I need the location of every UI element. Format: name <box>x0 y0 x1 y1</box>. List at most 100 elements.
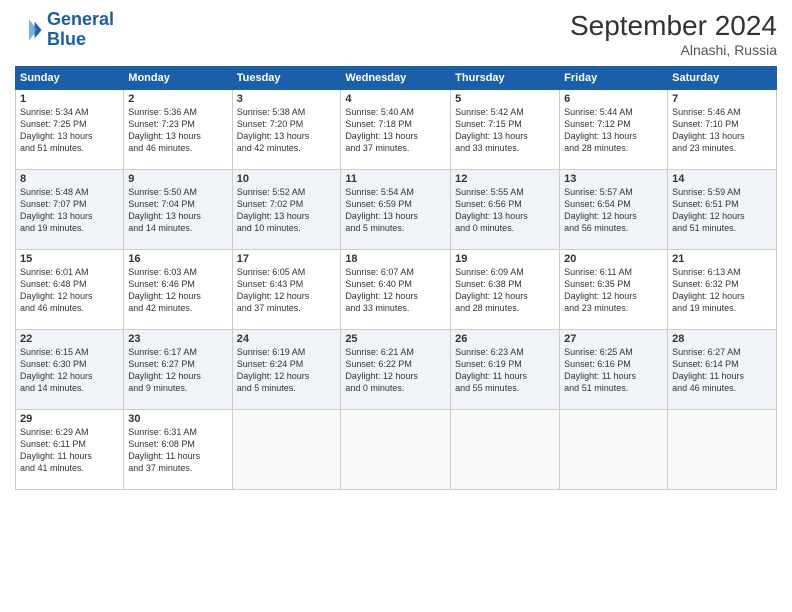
day-info: Sunrise: 5:54 AM Sunset: 6:59 PM Dayligh… <box>345 186 446 235</box>
day-number: 25 <box>345 333 446 345</box>
day-cell: 3Sunrise: 5:38 AM Sunset: 7:20 PM Daylig… <box>232 90 341 170</box>
header: General Blue September 2024 Alnashi, Rus… <box>15 10 777 58</box>
day-number: 10 <box>237 173 337 185</box>
day-cell: 11Sunrise: 5:54 AM Sunset: 6:59 PM Dayli… <box>341 170 451 250</box>
day-info: Sunrise: 6:11 AM Sunset: 6:35 PM Dayligh… <box>564 266 663 315</box>
day-info: Sunrise: 5:44 AM Sunset: 7:12 PM Dayligh… <box>564 106 663 155</box>
day-info: Sunrise: 6:29 AM Sunset: 6:11 PM Dayligh… <box>20 426 119 475</box>
day-info: Sunrise: 6:27 AM Sunset: 6:14 PM Dayligh… <box>672 346 772 395</box>
week-row-4: 22Sunrise: 6:15 AM Sunset: 6:30 PM Dayli… <box>16 330 777 410</box>
day-info: Sunrise: 6:17 AM Sunset: 6:27 PM Dayligh… <box>128 346 227 395</box>
week-row-5: 29Sunrise: 6:29 AM Sunset: 6:11 PM Dayli… <box>16 410 777 490</box>
day-cell <box>232 410 341 490</box>
day-cell: 8Sunrise: 5:48 AM Sunset: 7:07 PM Daylig… <box>16 170 124 250</box>
day-number: 17 <box>237 253 337 265</box>
day-info: Sunrise: 6:07 AM Sunset: 6:40 PM Dayligh… <box>345 266 446 315</box>
day-cell: 28Sunrise: 6:27 AM Sunset: 6:14 PM Dayli… <box>668 330 777 410</box>
day-cell: 29Sunrise: 6:29 AM Sunset: 6:11 PM Dayli… <box>16 410 124 490</box>
weekday-header-friday: Friday <box>560 67 668 90</box>
day-number: 12 <box>455 173 555 185</box>
day-cell <box>341 410 451 490</box>
day-info: Sunrise: 6:21 AM Sunset: 6:22 PM Dayligh… <box>345 346 446 395</box>
day-cell: 12Sunrise: 5:55 AM Sunset: 6:56 PM Dayli… <box>451 170 560 250</box>
day-cell: 23Sunrise: 6:17 AM Sunset: 6:27 PM Dayli… <box>124 330 232 410</box>
day-cell: 5Sunrise: 5:42 AM Sunset: 7:15 PM Daylig… <box>451 90 560 170</box>
day-cell: 24Sunrise: 6:19 AM Sunset: 6:24 PM Dayli… <box>232 330 341 410</box>
day-number: 20 <box>564 253 663 265</box>
weekday-header-thursday: Thursday <box>451 67 560 90</box>
day-info: Sunrise: 6:05 AM Sunset: 6:43 PM Dayligh… <box>237 266 337 315</box>
day-info: Sunrise: 6:15 AM Sunset: 6:30 PM Dayligh… <box>20 346 119 395</box>
day-info: Sunrise: 5:57 AM Sunset: 6:54 PM Dayligh… <box>564 186 663 235</box>
title-block: September 2024 Alnashi, Russia <box>570 10 777 58</box>
day-cell: 9Sunrise: 5:50 AM Sunset: 7:04 PM Daylig… <box>124 170 232 250</box>
day-number: 8 <box>20 173 119 185</box>
weekday-header-saturday: Saturday <box>668 67 777 90</box>
day-info: Sunrise: 5:55 AM Sunset: 6:56 PM Dayligh… <box>455 186 555 235</box>
weekday-header-sunday: Sunday <box>16 67 124 90</box>
week-row-1: 1Sunrise: 5:34 AM Sunset: 7:25 PM Daylig… <box>16 90 777 170</box>
day-number: 21 <box>672 253 772 265</box>
day-number: 1 <box>20 93 119 105</box>
day-number: 28 <box>672 333 772 345</box>
day-cell: 1Sunrise: 5:34 AM Sunset: 7:25 PM Daylig… <box>16 90 124 170</box>
day-info: Sunrise: 6:03 AM Sunset: 6:46 PM Dayligh… <box>128 266 227 315</box>
day-info: Sunrise: 5:38 AM Sunset: 7:20 PM Dayligh… <box>237 106 337 155</box>
day-cell: 4Sunrise: 5:40 AM Sunset: 7:18 PM Daylig… <box>341 90 451 170</box>
day-number: 23 <box>128 333 227 345</box>
day-cell: 30Sunrise: 6:31 AM Sunset: 6:08 PM Dayli… <box>124 410 232 490</box>
day-number: 13 <box>564 173 663 185</box>
day-cell: 14Sunrise: 5:59 AM Sunset: 6:51 PM Dayli… <box>668 170 777 250</box>
day-info: Sunrise: 5:48 AM Sunset: 7:07 PM Dayligh… <box>20 186 119 235</box>
day-number: 9 <box>128 173 227 185</box>
day-number: 7 <box>672 93 772 105</box>
day-cell: 21Sunrise: 6:13 AM Sunset: 6:32 PM Dayli… <box>668 250 777 330</box>
day-info: Sunrise: 6:25 AM Sunset: 6:16 PM Dayligh… <box>564 346 663 395</box>
day-cell: 26Sunrise: 6:23 AM Sunset: 6:19 PM Dayli… <box>451 330 560 410</box>
day-number: 6 <box>564 93 663 105</box>
day-number: 22 <box>20 333 119 345</box>
day-cell: 15Sunrise: 6:01 AM Sunset: 6:48 PM Dayli… <box>16 250 124 330</box>
day-number: 16 <box>128 253 227 265</box>
day-cell: 13Sunrise: 5:57 AM Sunset: 6:54 PM Dayli… <box>560 170 668 250</box>
weekday-header-tuesday: Tuesday <box>232 67 341 90</box>
day-info: Sunrise: 6:13 AM Sunset: 6:32 PM Dayligh… <box>672 266 772 315</box>
day-number: 24 <box>237 333 337 345</box>
day-number: 18 <box>345 253 446 265</box>
day-info: Sunrise: 5:59 AM Sunset: 6:51 PM Dayligh… <box>672 186 772 235</box>
day-number: 19 <box>455 253 555 265</box>
day-info: Sunrise: 6:23 AM Sunset: 6:19 PM Dayligh… <box>455 346 555 395</box>
day-number: 29 <box>20 413 119 425</box>
day-info: Sunrise: 6:19 AM Sunset: 6:24 PM Dayligh… <box>237 346 337 395</box>
weekday-header-row: SundayMondayTuesdayWednesdayThursdayFrid… <box>16 67 777 90</box>
day-info: Sunrise: 5:34 AM Sunset: 7:25 PM Dayligh… <box>20 106 119 155</box>
week-row-2: 8Sunrise: 5:48 AM Sunset: 7:07 PM Daylig… <box>16 170 777 250</box>
day-info: Sunrise: 5:50 AM Sunset: 7:04 PM Dayligh… <box>128 186 227 235</box>
day-cell: 17Sunrise: 6:05 AM Sunset: 6:43 PM Dayli… <box>232 250 341 330</box>
logo-line2: Blue <box>47 29 86 49</box>
day-cell: 10Sunrise: 5:52 AM Sunset: 7:02 PM Dayli… <box>232 170 341 250</box>
day-info: Sunrise: 6:31 AM Sunset: 6:08 PM Dayligh… <box>128 426 227 475</box>
day-number: 3 <box>237 93 337 105</box>
day-cell <box>668 410 777 490</box>
day-number: 15 <box>20 253 119 265</box>
day-number: 11 <box>345 173 446 185</box>
day-number: 30 <box>128 413 227 425</box>
day-cell: 7Sunrise: 5:46 AM Sunset: 7:10 PM Daylig… <box>668 90 777 170</box>
day-cell: 18Sunrise: 6:07 AM Sunset: 6:40 PM Dayli… <box>341 250 451 330</box>
day-number: 5 <box>455 93 555 105</box>
day-cell: 27Sunrise: 6:25 AM Sunset: 6:16 PM Dayli… <box>560 330 668 410</box>
logo-line1: General <box>47 9 114 29</box>
day-cell: 19Sunrise: 6:09 AM Sunset: 6:38 PM Dayli… <box>451 250 560 330</box>
day-info: Sunrise: 5:40 AM Sunset: 7:18 PM Dayligh… <box>345 106 446 155</box>
day-info: Sunrise: 5:36 AM Sunset: 7:23 PM Dayligh… <box>128 106 227 155</box>
day-cell: 16Sunrise: 6:03 AM Sunset: 6:46 PM Dayli… <box>124 250 232 330</box>
day-info: Sunrise: 6:01 AM Sunset: 6:48 PM Dayligh… <box>20 266 119 315</box>
logo-text: General Blue <box>47 10 114 50</box>
day-info: Sunrise: 6:09 AM Sunset: 6:38 PM Dayligh… <box>455 266 555 315</box>
day-cell: 25Sunrise: 6:21 AM Sunset: 6:22 PM Dayli… <box>341 330 451 410</box>
month-title: September 2024 <box>570 10 777 42</box>
day-cell: 6Sunrise: 5:44 AM Sunset: 7:12 PM Daylig… <box>560 90 668 170</box>
day-number: 27 <box>564 333 663 345</box>
day-cell: 2Sunrise: 5:36 AM Sunset: 7:23 PM Daylig… <box>124 90 232 170</box>
